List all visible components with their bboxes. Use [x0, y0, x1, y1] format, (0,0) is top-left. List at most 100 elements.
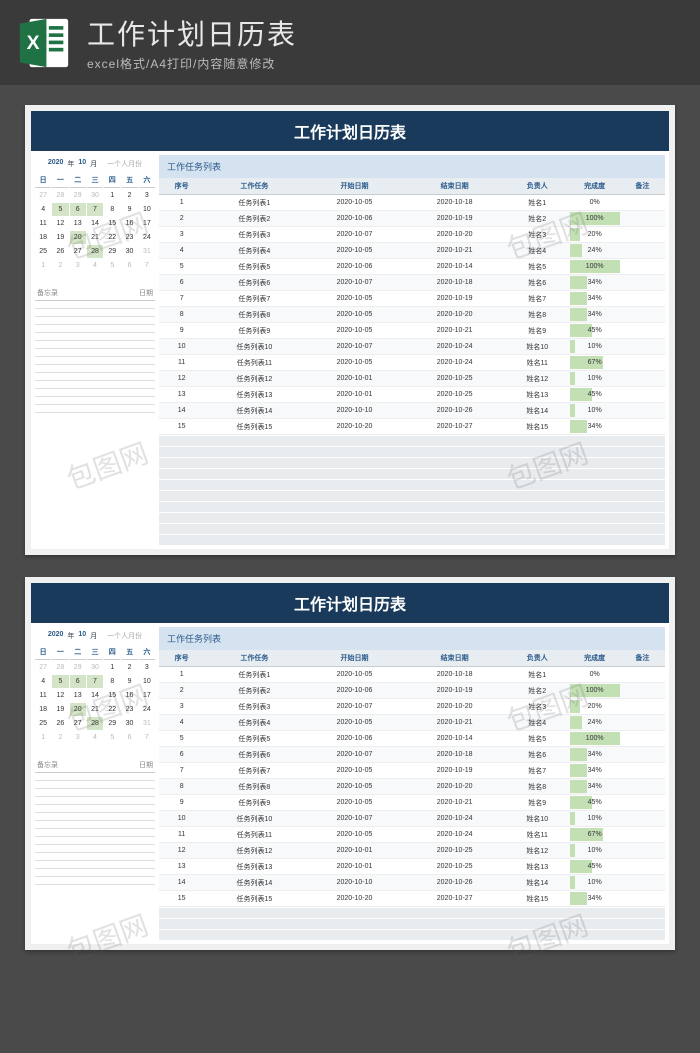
calendar-day[interactable]: 3: [139, 661, 155, 674]
calendar-day[interactable]: 17: [139, 689, 155, 702]
table-row[interactable]: 10任务列表102020-10-072020-10-24姓名1010%: [159, 339, 665, 355]
calendar-day[interactable]: 5: [104, 259, 120, 272]
calendar-day[interactable]: 9: [121, 675, 137, 688]
table-row[interactable]: 9任务列表92020-10-052020-10-21姓名945%: [159, 795, 665, 811]
calendar-day[interactable]: 24: [139, 231, 155, 244]
calendar-day[interactable]: 12: [52, 217, 68, 230]
calendar-day[interactable]: 28: [87, 717, 103, 730]
calendar-day[interactable]: 16: [121, 689, 137, 702]
table-row[interactable]: 12任务列表122020-10-012020-10-25姓名1210%: [159, 371, 665, 387]
calendar-day[interactable]: 21: [87, 703, 103, 716]
table-row[interactable]: 10任务列表102020-10-072020-10-24姓名1010%: [159, 811, 665, 827]
calendar-day[interactable]: 22: [104, 231, 120, 244]
calendar-day[interactable]: 30: [87, 189, 103, 202]
table-row[interactable]: 4任务列表42020-10-052020-10-21姓名424%: [159, 243, 665, 259]
calendar-day[interactable]: 17: [139, 217, 155, 230]
calendar-day[interactable]: 6: [121, 731, 137, 744]
table-row[interactable]: 13任务列表132020-10-012020-10-25姓名1345%: [159, 859, 665, 875]
calendar-day[interactable]: 3: [139, 189, 155, 202]
table-row[interactable]: 11任务列表112020-10-052020-10-24姓名1167%: [159, 355, 665, 371]
calendar-day[interactable]: 2: [52, 259, 68, 272]
calendar-day[interactable]: 27: [35, 661, 51, 674]
table-row[interactable]: 13任务列表132020-10-012020-10-25姓名1345%: [159, 387, 665, 403]
table-row[interactable]: 7任务列表72020-10-052020-10-19姓名734%: [159, 291, 665, 307]
calendar-day[interactable]: 25: [35, 717, 51, 730]
calendar-day[interactable]: 24: [139, 703, 155, 716]
calendar-day[interactable]: 25: [35, 245, 51, 258]
calendar-day[interactable]: 22: [104, 703, 120, 716]
calendar-day[interactable]: 30: [87, 661, 103, 674]
calendar-day[interactable]: 27: [70, 717, 86, 730]
table-row[interactable]: 12任务列表122020-10-012020-10-25姓名1210%: [159, 843, 665, 859]
calendar-day[interactable]: 20: [70, 231, 86, 244]
calendar-day[interactable]: 2: [52, 731, 68, 744]
calendar-day[interactable]: 4: [35, 675, 51, 688]
calendar-day[interactable]: 4: [87, 731, 103, 744]
calendar-day[interactable]: 5: [52, 203, 68, 216]
calendar-day[interactable]: 23: [121, 703, 137, 716]
calendar-day[interactable]: 1: [35, 259, 51, 272]
table-row[interactable]: 1任务列表12020-10-052020-10-18姓名10%: [159, 667, 665, 683]
calendar-day[interactable]: 28: [52, 189, 68, 202]
calendar-day[interactable]: 2: [121, 189, 137, 202]
calendar-day[interactable]: 12: [52, 689, 68, 702]
table-row[interactable]: 5任务列表52020-10-062020-10-14姓名5100%: [159, 731, 665, 747]
calendar-day[interactable]: 30: [121, 717, 137, 730]
table-row[interactable]: 8任务列表82020-10-052020-10-20姓名834%: [159, 779, 665, 795]
calendar-day[interactable]: 23: [121, 231, 137, 244]
calendar-day[interactable]: 10: [139, 203, 155, 216]
calendar-day[interactable]: 31: [139, 245, 155, 258]
calendar-day[interactable]: 7: [87, 675, 103, 688]
calendar-day[interactable]: 16: [121, 217, 137, 230]
table-row[interactable]: 8任务列表82020-10-052020-10-20姓名834%: [159, 307, 665, 323]
table-row[interactable]: 6任务列表62020-10-072020-10-18姓名634%: [159, 747, 665, 763]
table-row[interactable]: 3任务列表32020-10-072020-10-20姓名320%: [159, 227, 665, 243]
table-row[interactable]: 11任务列表112020-10-052020-10-24姓名1167%: [159, 827, 665, 843]
calendar-day[interactable]: 30: [121, 245, 137, 258]
calendar-day[interactable]: 3: [70, 259, 86, 272]
calendar-day[interactable]: 18: [35, 231, 51, 244]
calendar-day[interactable]: 26: [52, 717, 68, 730]
calendar-day[interactable]: 29: [70, 661, 86, 674]
calendar-day[interactable]: 26: [52, 245, 68, 258]
calendar-day[interactable]: 10: [139, 675, 155, 688]
table-row[interactable]: 2任务列表22020-10-062020-10-19姓名2100%: [159, 211, 665, 227]
calendar-day[interactable]: 15: [104, 689, 120, 702]
calendar-day[interactable]: 18: [35, 703, 51, 716]
calendar-day[interactable]: 19: [52, 703, 68, 716]
calendar-day[interactable]: 21: [87, 231, 103, 244]
calendar-day[interactable]: 1: [104, 189, 120, 202]
calendar-day[interactable]: 7: [139, 259, 155, 272]
calendar-day[interactable]: 20: [70, 703, 86, 716]
calendar-day[interactable]: 19: [52, 231, 68, 244]
calendar-day[interactable]: 28: [52, 661, 68, 674]
calendar-day[interactable]: 15: [104, 217, 120, 230]
calendar-day[interactable]: 14: [87, 217, 103, 230]
table-row[interactable]: 15任务列表152020-10-202020-10-27姓名1534%: [159, 891, 665, 907]
calendar-day[interactable]: 4: [35, 203, 51, 216]
table-row[interactable]: 2任务列表22020-10-062020-10-19姓名2100%: [159, 683, 665, 699]
table-row[interactable]: 14任务列表142020-10-102020-10-26姓名1410%: [159, 403, 665, 419]
calendar-day[interactable]: 9: [121, 203, 137, 216]
calendar-day[interactable]: 3: [70, 731, 86, 744]
calendar-day[interactable]: 29: [104, 717, 120, 730]
calendar-day[interactable]: 1: [35, 731, 51, 744]
calendar-day[interactable]: 31: [139, 717, 155, 730]
calendar-day[interactable]: 27: [70, 245, 86, 258]
table-row[interactable]: 4任务列表42020-10-052020-10-21姓名424%: [159, 715, 665, 731]
calendar-day[interactable]: 14: [87, 689, 103, 702]
calendar-day[interactable]: 11: [35, 217, 51, 230]
table-row[interactable]: 9任务列表92020-10-052020-10-21姓名945%: [159, 323, 665, 339]
calendar-day[interactable]: 6: [121, 259, 137, 272]
calendar-day[interactable]: 29: [104, 245, 120, 258]
calendar-day[interactable]: 6: [70, 203, 86, 216]
table-row[interactable]: 1任务列表12020-10-052020-10-18姓名10%: [159, 195, 665, 211]
calendar-day[interactable]: 2: [121, 661, 137, 674]
calendar-day[interactable]: 28: [87, 245, 103, 258]
calendar-day[interactable]: 6: [70, 675, 86, 688]
calendar-day[interactable]: 29: [70, 189, 86, 202]
memo-lines[interactable]: [35, 773, 155, 885]
calendar-day[interactable]: 5: [52, 675, 68, 688]
calendar-day[interactable]: 13: [70, 217, 86, 230]
table-row[interactable]: 15任务列表152020-10-202020-10-27姓名1534%: [159, 419, 665, 435]
